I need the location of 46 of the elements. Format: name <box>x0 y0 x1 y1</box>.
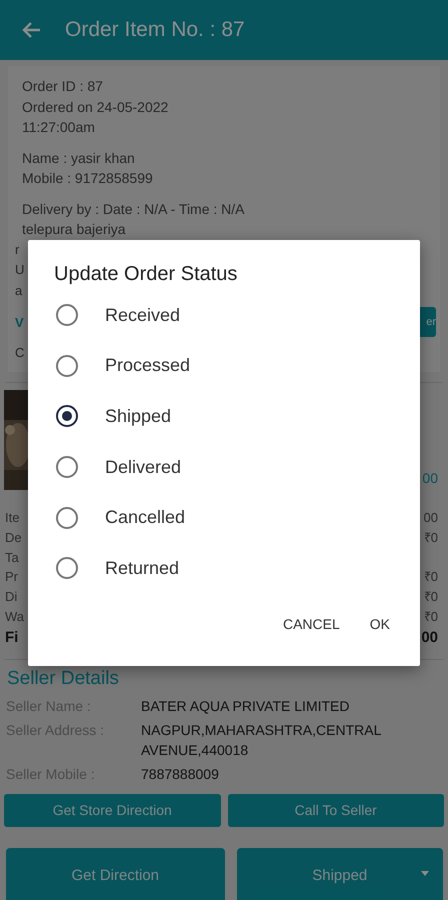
dialog-button[interactable]: OK <box>358 608 402 640</box>
back-arrow-icon[interactable] <box>21 21 41 39</box>
dialog-button[interactable]: CANCEL <box>270 608 352 640</box>
status-option[interactable]: Returned <box>28 542 420 594</box>
charge-label: Di <box>5 588 18 606</box>
order-info-text: Order ID : 87 <box>22 77 104 96</box>
radio-button[interactable] <box>56 354 78 377</box>
screen-title: Order Item No. : 87 <box>65 18 245 42</box>
order-info-text: Mobile : 9172858599 <box>22 169 154 188</box>
order-info-text: Name : yasir khan <box>22 148 136 168</box>
order-info-text: 11:27:00am <box>22 118 96 137</box>
radio-button[interactable] <box>56 405 78 428</box>
seller-value: NAGPUR,MAHARASHTRA,CENTRAL AVENUE,440018 <box>141 720 382 760</box>
status-option[interactable]: Shipped <box>28 391 420 442</box>
charge-label: De <box>5 528 22 547</box>
status-option[interactable]: Processed <box>28 340 420 392</box>
caret-icon <box>421 870 429 876</box>
address-text: a <box>15 282 22 300</box>
charge-value: ₹0 <box>424 608 438 626</box>
charge-value: 00 <box>421 628 438 648</box>
status-option[interactable]: Cancelled <box>28 492 420 543</box>
section-heading: Seller Details <box>7 666 120 691</box>
radio-button[interactable] <box>56 557 78 580</box>
charge-value: ₹0 <box>424 528 438 547</box>
charge-label: Ite <box>5 509 20 527</box>
order-info-text: telepura bajeriya <box>22 220 127 239</box>
radio-button[interactable] <box>56 304 78 326</box>
dialog-title: Update Order Status <box>54 262 238 286</box>
charge-value: ₹0 <box>424 588 438 606</box>
radio-button[interactable] <box>56 506 78 529</box>
charge-value: ₹0 <box>424 568 438 586</box>
charge-value: 00 <box>424 509 438 527</box>
note-text: C <box>15 344 24 362</box>
address-text: r <box>15 240 20 258</box>
address-text: U <box>15 261 24 279</box>
seller-value: 7887888009 <box>141 764 220 784</box>
radio-button[interactable] <box>56 456 78 478</box>
charge-label: Wa <box>5 608 24 626</box>
order-info-text: Delivery by : Date : N/A - Time : N/A <box>22 200 246 219</box>
charge-label: Fi <box>5 628 18 648</box>
charge-label: Ta <box>5 548 19 567</box>
charge-label: Pr <box>5 568 18 586</box>
seller-value: BATER AQUA PRIVATE LIMITED <box>141 696 350 716</box>
status-option[interactable]: Delivered <box>28 442 420 492</box>
order-info-text: Ordered on 24-05-2022 <box>22 98 170 116</box>
price-text: 00 <box>422 470 438 486</box>
